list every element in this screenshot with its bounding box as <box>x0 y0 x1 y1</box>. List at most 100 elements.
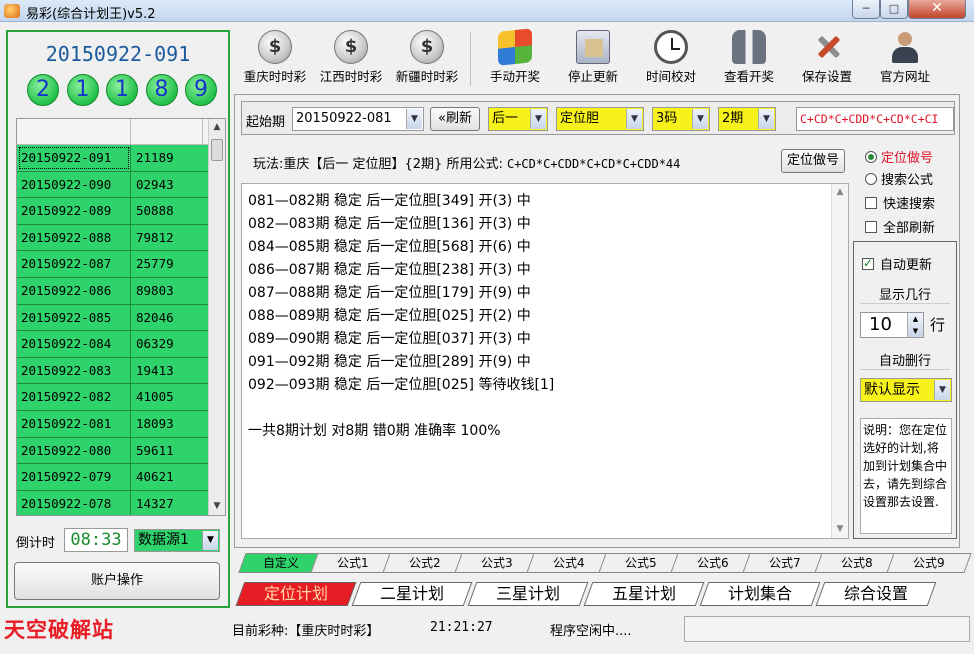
checkbox-icon[interactable] <box>865 197 877 209</box>
watermark-text: 天空破解站 <box>4 618 114 642</box>
scroll-up-icon[interactable]: ▲ <box>209 119 225 136</box>
plan-info-formula: C+CD*C+CDD*C+CD*C+CDD*44 <box>506 157 681 171</box>
view-draw-button[interactable]: 查看开奖 <box>710 30 788 88</box>
display-mode-select[interactable]: 默认显示 ▼ <box>860 378 952 402</box>
tab-formula-9[interactable]: 公式9 <box>886 553 972 573</box>
rows-stepper[interactable]: 10 ▲ ▼ <box>860 312 924 338</box>
tab-dingwei-plan[interactable]: 定位计划 <box>235 582 357 606</box>
history-table[interactable]: 20150922-091 21189 20150922-090 02943 2015… <box>16 118 226 516</box>
table-row[interactable]: 20150922-087 25779 <box>17 251 209 278</box>
scroll-down-icon[interactable]: ▼ <box>209 498 225 515</box>
tab-general-settings[interactable]: 综合设置 <box>815 582 937 606</box>
time-sync-button[interactable]: 时间校对 <box>632 30 710 88</box>
history-issue: 20150922-081 <box>17 410 131 437</box>
auto-delete-label: 自动删行 <box>860 350 950 370</box>
table-row[interactable]: 20150922-082 41005 <box>17 384 209 411</box>
stepper-arrows-icon[interactable]: ▲ ▼ <box>907 313 923 337</box>
generate-button[interactable]: 定位做号 <box>781 149 845 173</box>
maximize-button[interactable]: □ <box>880 0 908 19</box>
output-scrollbar[interactable]: ▲ ▼ <box>831 184 848 538</box>
radio-icon[interactable] <box>865 173 877 185</box>
chevron-down-icon[interactable]: ▼ <box>530 109 546 129</box>
history-scrollbar[interactable]: ▲ ▼ <box>208 119 225 515</box>
table-row[interactable]: 20150922-078 14327 <box>17 490 209 515</box>
method-select[interactable]: 定位胆 ▼ <box>556 107 644 131</box>
toolbar-label: 重庆时时彩 <box>243 69 307 84</box>
table-row[interactable]: 20150922-084 06329 <box>17 331 209 358</box>
countdown-timer: 08:33 <box>64 528 128 552</box>
manual-draw-button[interactable]: 手动开奖 <box>476 28 554 88</box>
tab-three-star-plan[interactable]: 三星计划 <box>467 582 589 606</box>
history-number: 40621 <box>136 469 174 485</box>
chongqing-button[interactable]: $ 重庆时时彩 <box>236 30 314 88</box>
history-header-number[interactable] <box>131 119 203 144</box>
checkbox-icon[interactable] <box>865 221 877 233</box>
table-row[interactable]: 20150922-081 18093 <box>17 410 209 438</box>
scroll-up-icon[interactable]: ▲ <box>832 184 848 201</box>
table-row[interactable]: 20150922-089 50888 <box>17 198 209 225</box>
chevron-down-icon[interactable]: ▼ <box>406 109 422 129</box>
table-row[interactable]: 20150922-086 89803 <box>17 277 209 305</box>
table-row[interactable]: 20150922-088 79812 <box>17 224 209 252</box>
save-settings-button[interactable]: 保存设置 <box>788 30 866 88</box>
position-select[interactable]: 后一 ▼ <box>488 107 548 131</box>
xinjiang-button[interactable]: $ 新疆时时彩 <box>388 30 466 88</box>
start-issue-select[interactable]: 20150922-081 ▼ <box>292 107 424 131</box>
result-line: 086—087期 稳定 后一定位胆[238] 开(3) 中 <box>248 262 531 278</box>
history-issue: 20150922-091 <box>17 145 131 171</box>
filter-bar: 起始期 20150922-081 ▼ «刷新 后一 ▼ 定位胆 ▼ 3码 ▼ 2… <box>241 101 955 135</box>
radio-selected-icon[interactable] <box>865 151 877 163</box>
stop-update-button[interactable]: 停止更新 <box>554 30 632 88</box>
minimize-button[interactable]: ─ <box>852 0 880 19</box>
periods-select[interactable]: 2期 ▼ <box>718 107 776 131</box>
tab-five-star-plan[interactable]: 五星计划 <box>583 582 705 606</box>
table-row[interactable]: 20150922-090 02943 <box>17 171 209 199</box>
chevron-down-icon[interactable]: ▼ <box>692 109 708 129</box>
refresh-button[interactable]: «刷新 <box>430 107 480 131</box>
check-refresh-all[interactable]: 全部刷新 <box>865 217 935 236</box>
radio-dingwei[interactable]: 定位做号 <box>865 147 933 166</box>
table-row[interactable]: 20150922-080 59611 <box>17 437 209 465</box>
table-row[interactable]: 20150922-085 82046 <box>17 304 209 332</box>
auto-update-label: 自动更新 <box>880 258 933 273</box>
history-header-issue[interactable] <box>17 119 131 144</box>
radio-search[interactable]: 搜索公式 <box>865 169 933 188</box>
chevron-down-icon[interactable]: ▼ <box>202 531 218 550</box>
rows-value: 10 <box>869 314 892 335</box>
table-row[interactable]: 20150922-091 21189 <box>17 145 209 172</box>
rows-unit: 行 <box>930 316 946 334</box>
tab-two-star-plan[interactable]: 二星计划 <box>351 582 473 606</box>
tab-plan-collection[interactable]: 计划集合 <box>699 582 821 606</box>
ball-2: 1 <box>66 74 99 106</box>
chevron-down-icon[interactable]: ▼ <box>626 109 642 129</box>
display-settings-group: 自动更新 显示几行 10 ▲▼ 行 自动删行 默认显示 ▼ 说明：您在定位选好的… <box>853 241 957 539</box>
jiangxi-button[interactable]: $ 江西时时彩 <box>312 30 390 88</box>
history-number: 82046 <box>136 309 174 325</box>
scroll-thumb[interactable] <box>211 139 223 161</box>
table-row[interactable]: 20150922-083 19413 <box>17 357 209 385</box>
data-source-select[interactable]: 数据源1 ▼ <box>134 529 220 552</box>
history-number: 89803 <box>136 282 174 298</box>
tab-label: 计划集合 <box>727 584 792 603</box>
current-issue: 20150922-091 <box>45 42 191 66</box>
person-icon <box>888 30 922 64</box>
official-site-button[interactable]: 官方网址 <box>866 30 944 88</box>
scroll-down-icon[interactable]: ▼ <box>832 521 848 538</box>
codes-select[interactable]: 3码 ▼ <box>652 107 710 131</box>
toolbar-separator <box>470 32 471 86</box>
account-button[interactable]: 账户操作 <box>14 562 220 600</box>
tab-label: 二星计划 <box>379 584 444 603</box>
ball-5: 9 <box>185 74 217 106</box>
result-line: 089—090期 稳定 后一定位胆[037] 开(3) 中 <box>248 331 531 347</box>
close-button[interactable]: ✕ <box>908 0 966 19</box>
tab-label: 综合设置 <box>843 584 908 603</box>
chevron-down-icon[interactable]: ▼ <box>934 380 950 400</box>
toolbar-label: 查看开奖 <box>723 69 774 84</box>
result-output[interactable]: 081—082期 稳定 后一定位胆[349] 开(3) 中 082—083期 稳… <box>241 183 849 539</box>
check-quick-search[interactable]: 快速搜索 <box>865 193 935 212</box>
check-auto-update[interactable]: 自动更新 <box>862 254 932 273</box>
checkbox-checked-icon[interactable] <box>862 256 874 270</box>
table-row[interactable]: 20150922-079 40621 <box>17 464 209 491</box>
formula-input[interactable]: C+CD*C+CDD*C+CD*C+CI <box>796 107 954 131</box>
chevron-down-icon[interactable]: ▼ <box>758 109 774 129</box>
